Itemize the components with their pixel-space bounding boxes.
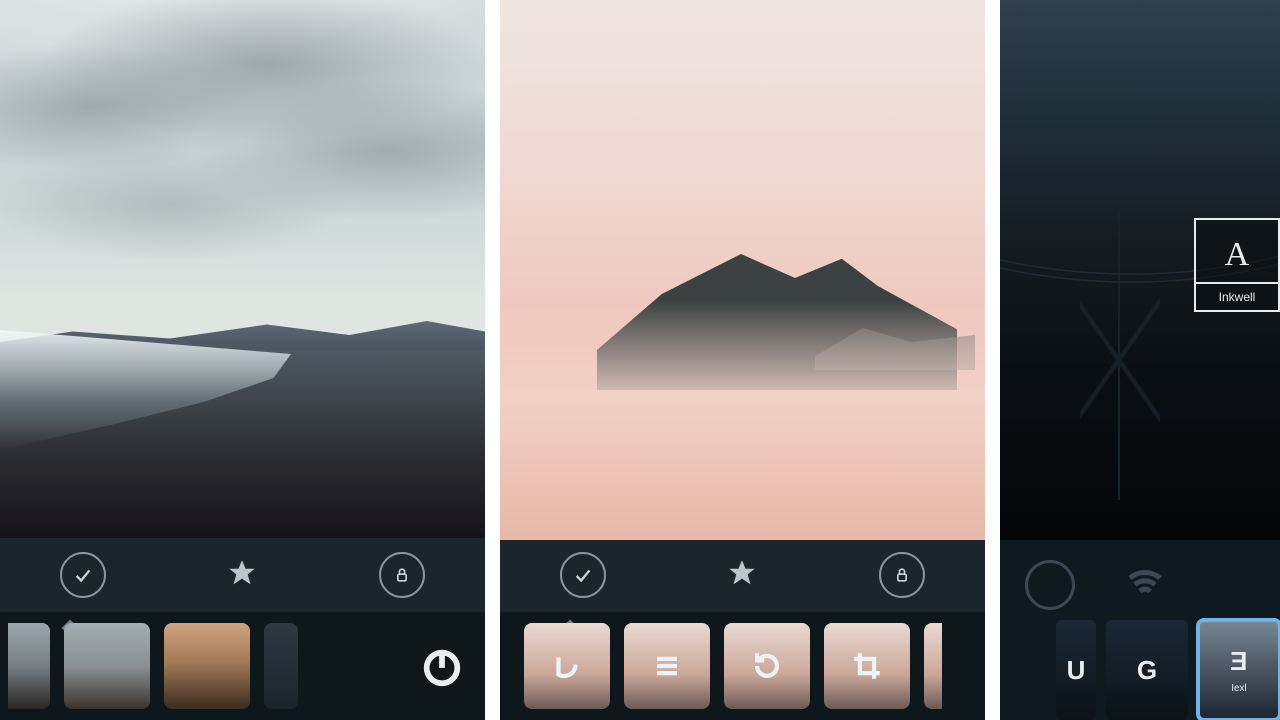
filter-label: Inkwell bbox=[1196, 282, 1278, 310]
preset-thumb[interactable] bbox=[64, 623, 150, 709]
lock-icon bbox=[392, 565, 412, 585]
wifi-icon bbox=[1125, 563, 1165, 603]
contrast-icon: G bbox=[1137, 655, 1157, 686]
filter-thumb[interactable]: U bbox=[1056, 620, 1096, 720]
rotate-icon bbox=[750, 649, 784, 683]
undo-icon bbox=[550, 649, 584, 683]
undo-tool[interactable] bbox=[524, 623, 610, 709]
lock-circle-button[interactable] bbox=[379, 552, 425, 598]
rotate-tool[interactable] bbox=[724, 623, 810, 709]
editor-panel-night: A Inkwell U G E Iexl bbox=[1000, 0, 1280, 720]
preset-thumb[interactable] bbox=[264, 623, 298, 709]
crop-icon bbox=[850, 649, 884, 683]
levels-tool[interactable] bbox=[624, 623, 710, 709]
tool-strip[interactable] bbox=[500, 612, 985, 720]
power-icon bbox=[419, 643, 465, 689]
lock-circle-button[interactable] bbox=[879, 552, 925, 598]
photo-preview[interactable] bbox=[500, 0, 985, 538]
crop-tool[interactable] bbox=[824, 623, 910, 709]
undo-icon: U bbox=[1067, 655, 1086, 686]
preset-strip[interactable] bbox=[0, 612, 485, 720]
editor-panel-fog bbox=[500, 0, 985, 720]
star-icon bbox=[725, 556, 759, 590]
tool-row bbox=[0, 538, 485, 612]
filter-thumb-strip[interactable]: U G E Iexl bbox=[1056, 600, 1280, 720]
lock-icon bbox=[892, 565, 912, 585]
tool-thumb-overflow[interactable] bbox=[924, 623, 942, 709]
photo-preview[interactable] bbox=[0, 0, 485, 538]
star-icon bbox=[225, 556, 259, 590]
filter-glyph: A bbox=[1196, 220, 1278, 282]
filter-thumb-selected[interactable]: E Iexl bbox=[1198, 620, 1280, 720]
filter-glyph-icon: E bbox=[1230, 646, 1247, 677]
filter-thumb-label: Iexl bbox=[1231, 683, 1247, 694]
checkmark-icon bbox=[572, 564, 594, 586]
levels-icon bbox=[650, 649, 684, 683]
filter-card-inkwell[interactable]: A Inkwell bbox=[1194, 218, 1280, 312]
power-toggle-button[interactable] bbox=[407, 623, 477, 709]
tool-row bbox=[500, 538, 985, 612]
confirm-circle-button[interactable] bbox=[60, 552, 106, 598]
preset-thumb[interactable] bbox=[8, 623, 50, 709]
confirm-circle-button[interactable] bbox=[560, 552, 606, 598]
editor-panel-beach bbox=[0, 0, 485, 720]
favorite-button[interactable] bbox=[725, 556, 759, 595]
checkmark-icon bbox=[72, 564, 94, 586]
fog-layer bbox=[500, 300, 985, 540]
filter-thumb[interactable]: G bbox=[1106, 620, 1188, 720]
favorite-button[interactable] bbox=[225, 556, 259, 595]
preset-thumb[interactable] bbox=[164, 623, 250, 709]
